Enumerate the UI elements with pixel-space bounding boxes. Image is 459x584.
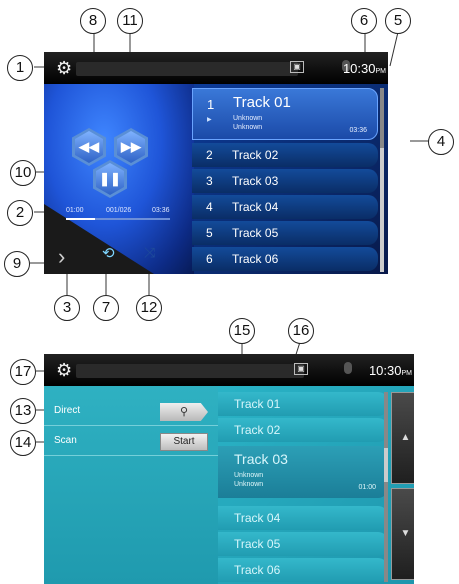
chevron-left-icon[interactable]: › xyxy=(58,244,65,270)
page-up-button[interactable]: ▲ xyxy=(391,392,414,484)
track-number: 6 xyxy=(206,252,213,266)
scan-row: Scan Start xyxy=(44,428,218,456)
scan-label: Scan xyxy=(54,435,77,446)
search-scan-screen: ⚙ ▣ 10:30PM Direct ⚲ Scan Start Track 01… xyxy=(44,354,414,584)
direct-row: Direct ⚲ xyxy=(44,398,218,426)
clock-ampm: PM xyxy=(375,68,387,75)
track-row-active[interactable]: Track 03 Unknown Unknown 01:00 xyxy=(218,446,388,498)
scan-start-button[interactable]: Start xyxy=(160,433,208,451)
track-name: Track 06 xyxy=(232,252,279,266)
track-row[interactable]: 5 Track 05 xyxy=(192,221,378,245)
callout-17: 17 xyxy=(10,359,36,385)
callout-14: 14 xyxy=(10,430,36,456)
track-row-active[interactable]: 1 Track 01 ▶ Unknown Unknown 03:36 xyxy=(192,88,378,140)
track-number: 3 xyxy=(206,174,213,188)
clock-time: 10:30 xyxy=(368,363,402,378)
track-artist: Unknown xyxy=(233,115,263,122)
track-number: 5 xyxy=(206,226,213,240)
callout-15: 15 xyxy=(229,318,255,344)
callout-1: 1 xyxy=(7,55,33,81)
track-row[interactable]: Track 05 xyxy=(218,532,388,556)
music-player-screen: ⚙ ▣ 10:30PM ◀◀ ▶▶ ❚❚ 01:00 001/026 03:36… xyxy=(44,52,388,274)
repeat-icon[interactable]: ⟲ xyxy=(102,244,115,262)
track-name: Track 02 xyxy=(234,423,281,437)
elapsed-time: 01:00 xyxy=(66,207,84,214)
skip-next-icon: ▶▶ xyxy=(117,131,145,163)
clock-ampm: PM xyxy=(401,370,413,377)
track-number: 4 xyxy=(206,200,213,214)
callout-12: 12 xyxy=(136,295,162,321)
callout-8: 8 xyxy=(80,8,106,34)
skip-previous-icon: ◀◀ xyxy=(75,131,103,163)
track-row[interactable]: 4 Track 04 xyxy=(192,195,378,219)
callout-16: 16 xyxy=(288,318,314,344)
callout-10: 10 xyxy=(10,160,36,186)
direct-search-button[interactable]: ⚲ xyxy=(160,403,208,421)
track-row[interactable]: 2 Track 02 xyxy=(192,143,378,167)
gear-icon[interactable]: ⚙ xyxy=(56,58,72,79)
status-bar: ⚙ ▣ 10:30PM xyxy=(44,354,414,386)
track-name: Track 04 xyxy=(232,200,279,214)
callout-2: 2 xyxy=(7,200,33,226)
direct-label: Direct xyxy=(54,405,81,416)
bluetooth-icon xyxy=(344,362,352,374)
pause-icon: ❚❚ xyxy=(96,163,124,195)
gear-icon[interactable]: ⚙ xyxy=(56,360,72,381)
tracklist-scrollbar[interactable] xyxy=(384,392,388,582)
track-row[interactable]: Track 06 xyxy=(218,558,388,582)
car-icon: ▣ xyxy=(290,61,304,73)
track-duration: 03:36 xyxy=(349,127,367,134)
callout-13: 13 xyxy=(10,398,36,424)
callout-4: 4 xyxy=(428,129,454,155)
progress-bar[interactable] xyxy=(66,218,170,220)
track-row[interactable]: Track 01 xyxy=(218,392,388,416)
status-strip xyxy=(76,364,304,378)
track-row[interactable]: Track 04 xyxy=(218,506,388,530)
shuffle-icon[interactable]: ⤨ xyxy=(144,244,155,261)
track-name: Track 01 xyxy=(233,94,291,111)
track-counter: 001/026 xyxy=(106,207,132,214)
track-row[interactable]: 3 Track 03 xyxy=(192,169,378,193)
car-icon: ▣ xyxy=(294,363,308,375)
page-down-button[interactable]: ▼ xyxy=(391,488,414,580)
track-number: 2 xyxy=(206,148,213,162)
play-indicator-icon: ▶ xyxy=(207,117,212,123)
callout-5: 5 xyxy=(385,8,411,34)
track-album: Unknown xyxy=(233,124,263,131)
track-artist: Unknown xyxy=(234,472,264,479)
track-number: 1 xyxy=(207,97,215,112)
search-icon: ⚲ xyxy=(179,406,189,418)
scrollbar-thumb[interactable] xyxy=(384,448,388,482)
track-album: Unknown xyxy=(234,481,264,488)
track-name: Track 05 xyxy=(234,537,281,551)
track-name: Track 03 xyxy=(232,174,279,188)
track-name: Track 06 xyxy=(234,563,281,577)
track-duration: 01:00 xyxy=(358,484,376,491)
clock: 10:30PM xyxy=(369,363,412,378)
triangle-up-icon: ▲ xyxy=(400,432,411,443)
status-bar: ⚙ ▣ 10:30PM xyxy=(44,52,388,84)
track-row[interactable]: Track 02 xyxy=(218,418,388,442)
track-row[interactable]: 6 Track 06 xyxy=(192,247,378,271)
scrollbar-thumb[interactable] xyxy=(380,88,384,148)
track-name: Track 03 xyxy=(234,451,288,467)
triangle-down-icon: ▼ xyxy=(400,528,411,539)
track-name: Track 02 xyxy=(232,148,279,162)
search-panel: Direct ⚲ Scan Start xyxy=(44,386,218,584)
callout-6: 6 xyxy=(351,8,377,34)
clock-time: 10:30 xyxy=(342,61,376,76)
callout-9: 9 xyxy=(4,251,30,277)
callout-7: 7 xyxy=(93,295,119,321)
callout-3: 3 xyxy=(54,295,80,321)
progress-fill xyxy=(66,218,96,220)
tracklist-scrollbar[interactable] xyxy=(380,88,384,272)
track-name: Track 05 xyxy=(232,226,279,240)
player-panel xyxy=(44,52,194,274)
status-strip xyxy=(76,62,298,76)
clock: 10:30PM xyxy=(343,61,386,76)
track-name: Track 01 xyxy=(234,397,281,411)
track-name: Track 04 xyxy=(234,511,281,525)
callout-11: 11 xyxy=(117,8,143,34)
total-duration: 03:36 xyxy=(152,207,170,214)
